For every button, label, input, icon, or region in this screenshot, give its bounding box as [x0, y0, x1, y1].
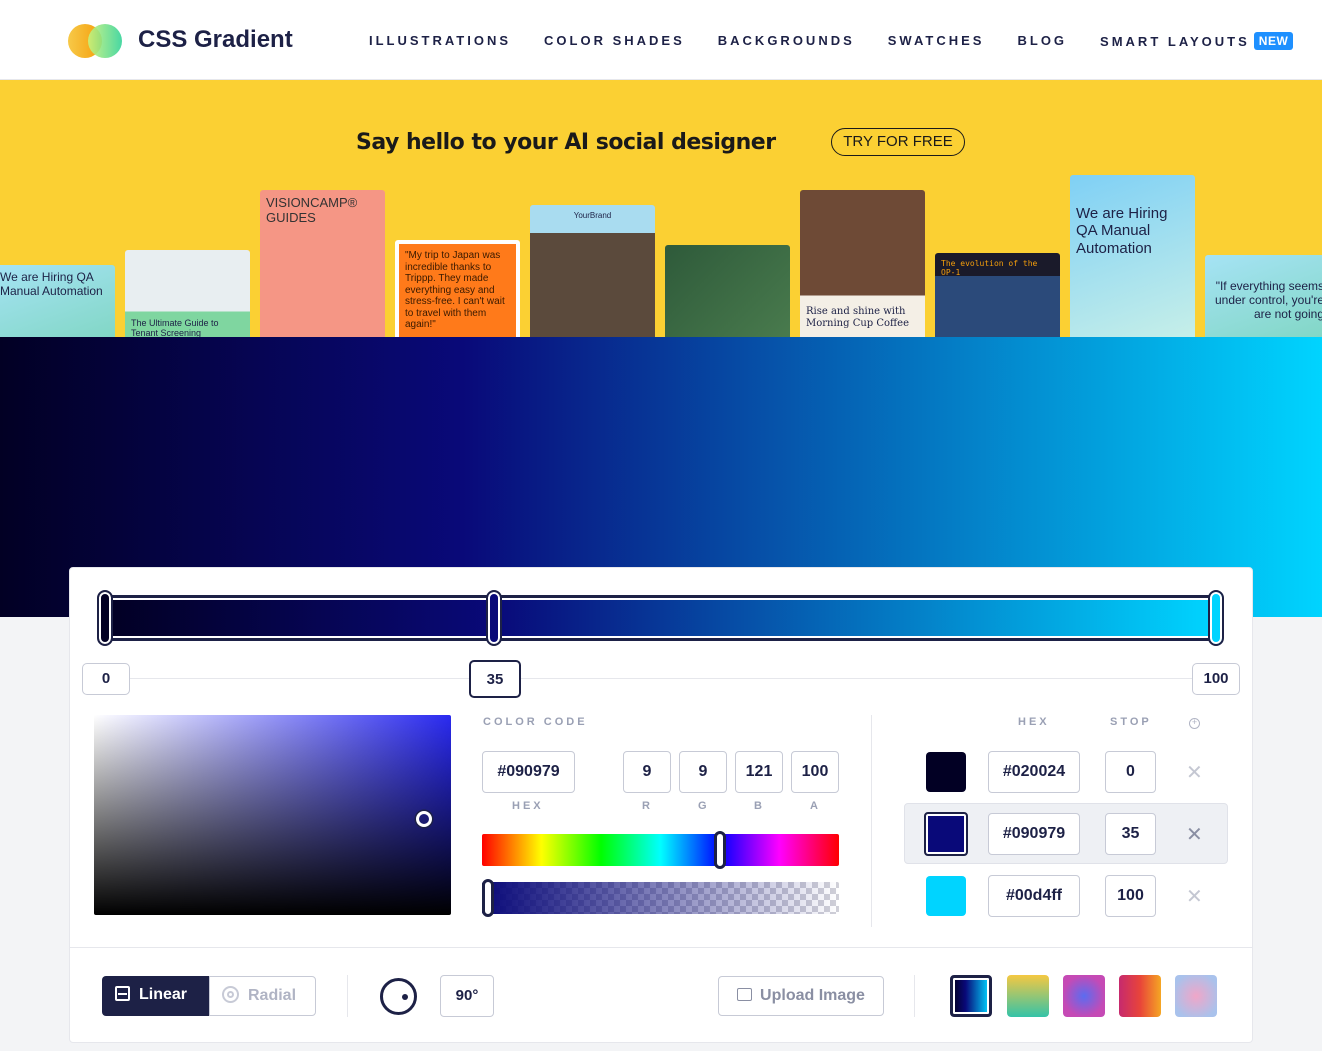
- toolbar-separator: [914, 975, 915, 1017]
- hex-input[interactable]: #090979: [482, 751, 575, 793]
- preset-gradient[interactable]: [1119, 975, 1161, 1017]
- upload-image-button[interactable]: Upload Image: [718, 976, 884, 1016]
- gradient-track[interactable]: [105, 595, 1217, 641]
- nav-illustrations[interactable]: ILLUSTRATIONS: [369, 33, 511, 51]
- hex-label: HEX: [512, 800, 544, 812]
- stop-label-35[interactable]: 35: [469, 660, 521, 698]
- alpha-input[interactable]: 100: [791, 751, 839, 793]
- hue-slider[interactable]: [482, 834, 839, 866]
- linear-icon: [115, 986, 130, 1001]
- stop-position-input[interactable]: 100: [1105, 875, 1156, 917]
- site-header: CSS Gradient ILLUSTRATIONS COLOR SHADES …: [0, 0, 1322, 80]
- red-input[interactable]: 9: [623, 751, 671, 793]
- nav-swatches[interactable]: SWATCHES: [888, 33, 985, 51]
- color-code-label: COLOR CODE: [483, 716, 588, 728]
- angle-dial-icon[interactable]: [380, 978, 417, 1015]
- radial-icon: [222, 986, 239, 1003]
- delete-stop-icon[interactable]: ✕: [1186, 760, 1203, 785]
- promo-card: "If everything seems under control, you'…: [1205, 255, 1322, 337]
- nav-backgrounds[interactable]: BACKGROUNDS: [718, 33, 855, 51]
- stop-handle-100[interactable]: [1208, 590, 1224, 646]
- preset-gradient[interactable]: [1007, 975, 1049, 1017]
- toolbar-separator: [347, 975, 348, 1017]
- linear-label: Linear: [139, 986, 188, 1003]
- stop-color-swatch[interactable]: [926, 876, 966, 916]
- preset-gradient[interactable]: [1175, 975, 1217, 1017]
- nav-smart-layouts-label: SMART LAYOUTS: [1100, 34, 1250, 49]
- alpha-slider[interactable]: [482, 882, 839, 914]
- b-label: B: [754, 800, 765, 812]
- promo-card: VISIONCAMP® GUIDES: [260, 190, 385, 337]
- g-label: G: [698, 800, 710, 812]
- hex-column-header: HEX: [1018, 716, 1050, 728]
- alpha-slider-handle[interactable]: [482, 879, 494, 917]
- hue-slider-handle[interactable]: [714, 831, 727, 869]
- stop-position-input[interactable]: 0: [1105, 751, 1156, 793]
- radial-toggle[interactable]: Radial: [209, 976, 316, 1016]
- toolbar-divider: [70, 947, 1252, 948]
- promo-card: The evolution of the OP-1: [935, 253, 1060, 337]
- stop-ruler: [82, 678, 1240, 679]
- preset-gradient[interactable]: [1063, 975, 1105, 1017]
- panel-divider: [871, 715, 872, 927]
- promo-card: "My trip to Japan was incredible thanks …: [395, 240, 520, 337]
- stop-hex-input[interactable]: #090979: [988, 813, 1080, 855]
- promo-card: The Ultimate Guide to Tenant Screening: [125, 250, 250, 337]
- stop-color-swatch[interactable]: [926, 752, 966, 792]
- main-nav: ILLUSTRATIONS COLOR SHADES BACKGROUNDS S…: [369, 32, 1294, 51]
- delete-stop-icon[interactable]: ✕: [1186, 884, 1203, 909]
- try-for-free-button[interactable]: TRY FOR FREE: [831, 128, 965, 156]
- new-badge: NEW: [1253, 32, 1294, 50]
- promo-banner[interactable]: Say hello to your AI social designer TRY…: [0, 80, 1322, 337]
- promo-card-image: [665, 245, 790, 337]
- angle-input[interactable]: 90°: [440, 975, 494, 1017]
- brand-name[interactable]: CSS Gradient: [138, 26, 293, 54]
- stop-handle-0[interactable]: [97, 590, 113, 646]
- a-label: A: [810, 800, 821, 812]
- preset-gradient-active[interactable]: [950, 975, 992, 1017]
- stop-position-input[interactable]: 35: [1105, 813, 1156, 855]
- stop-color-swatch[interactable]: [924, 812, 968, 856]
- saturation-value-picker[interactable]: [94, 715, 451, 915]
- stop-label-0[interactable]: 0: [82, 663, 130, 695]
- nav-blog[interactable]: BLOG: [1017, 33, 1067, 51]
- upload-label: Upload Image: [760, 987, 865, 1004]
- gradient-track-fill: [110, 600, 1212, 636]
- r-label: R: [642, 800, 653, 812]
- stop-hex-input[interactable]: #00d4ff: [988, 875, 1080, 917]
- image-icon: [737, 988, 753, 1001]
- linear-toggle[interactable]: Linear: [102, 976, 210, 1016]
- promo-card: We are Hiring QA Manual Automation: [1070, 175, 1195, 337]
- promo-card: Rise and shine with Morning Cup Coffee: [800, 190, 925, 337]
- stop-label-100[interactable]: 100: [1192, 663, 1240, 695]
- blue-input[interactable]: 121: [735, 751, 783, 793]
- green-input[interactable]: 9: [679, 751, 727, 793]
- color-picker-knob[interactable]: [416, 811, 432, 827]
- plus-circle-icon[interactable]: +: [1189, 718, 1200, 729]
- nav-smart-layouts[interactable]: SMART LAYOUTS NEW: [1100, 32, 1294, 51]
- promo-card: We are Hiring QA Manual Automation: [0, 265, 115, 337]
- brand-logo-icon[interactable]: [68, 22, 126, 58]
- promo-headline: Say hello to your AI social designer: [356, 130, 776, 155]
- stop-hex-input[interactable]: #020024: [988, 751, 1080, 793]
- radial-label: Radial: [248, 987, 297, 1004]
- delete-stop-icon[interactable]: ✕: [1186, 822, 1203, 847]
- stop-column-header: STOP: [1110, 716, 1152, 728]
- nav-color-shades[interactable]: COLOR SHADES: [544, 33, 685, 51]
- stop-handle-35[interactable]: [486, 590, 502, 646]
- promo-card: YourBrand: [530, 205, 655, 337]
